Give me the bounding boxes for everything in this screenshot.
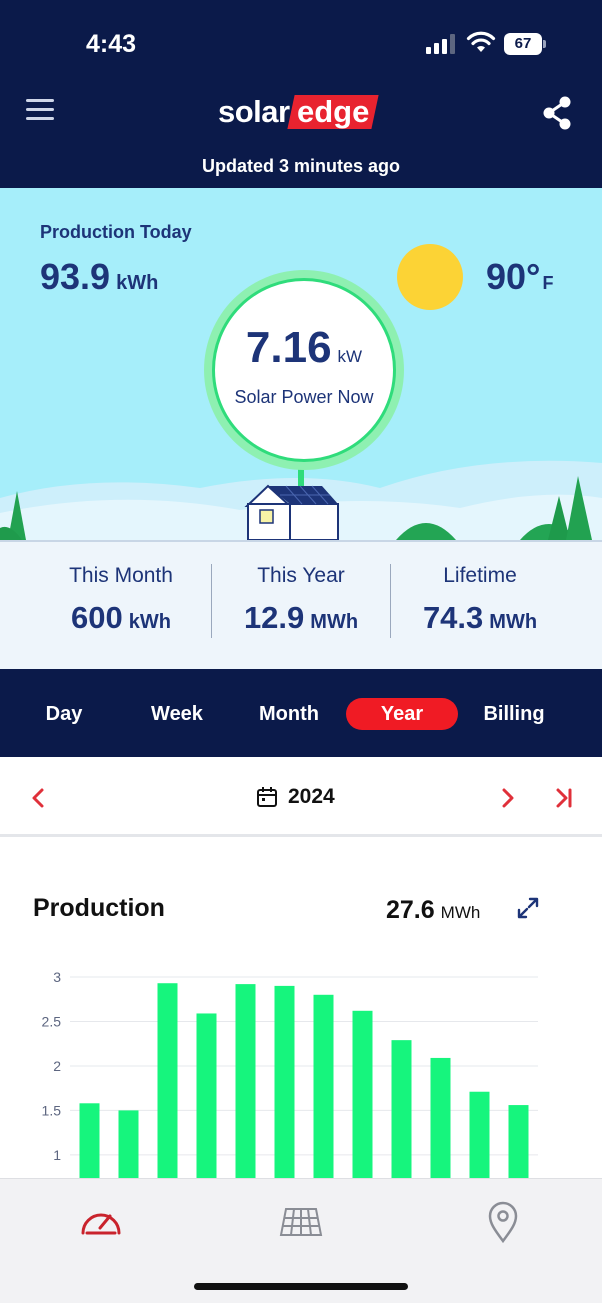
bar-month-10[interactable] [430,1057,451,1180]
power-now-label: Solar Power Now [234,387,374,407]
tab-billing[interactable]: Billing [470,698,558,730]
power-now-unit: kW [337,347,363,366]
stat-value: 74.3 MWh [391,600,569,636]
home-indicator [194,1283,408,1290]
bar-month-4[interactable] [196,1013,217,1180]
status-time: 4:43 [86,30,137,58]
stat-number: 74.3 [422,600,484,635]
updated-status: Updated 3 minutes ago [201,156,401,176]
stat-unit: MWh [310,611,359,633]
stat-this-month: This Month 600 kWh [30,564,212,636]
stat-number: 12.9 [243,600,305,635]
menu-icon[interactable] [26,99,56,123]
power-now-value: 7.16 kW [215,323,393,373]
bar-month-9[interactable] [391,1040,412,1180]
production-card: Production 27.6 MWh 1 1.5 2 2.5 3 [0,840,602,1180]
battery-level: 67 [504,33,542,55]
bar-month-8[interactable] [352,1010,373,1180]
solaredge-logo: solar edge [218,94,379,130]
stat-this-year: This Year 12.9 MWh [212,564,390,636]
energy-summary: This Month 600 kWh This Year 12.9 MWh Life… [0,540,602,669]
cellular-signal-icon [426,34,455,54]
bar-month-5[interactable] [235,984,256,1180]
status-bar: 4:43 67 [0,0,602,80]
tab-month[interactable]: Month [246,698,332,730]
period-tabs: Day Week Month Year Billing [0,669,602,757]
date-picker[interactable]: 2024 [256,785,335,809]
bar-month-3[interactable] [157,983,178,1180]
battery-tip [543,40,546,48]
wifi-icon [466,31,496,52]
stat-label: This Year [257,564,345,587]
bar-month-6[interactable] [274,985,295,1180]
temperature-value: 90° [486,256,541,297]
temperature-unit: F [542,273,554,293]
production-hero: Production Today 93.9 kWh 90° F 7.16 kW Sol… [0,188,602,540]
production-today-value: 93.9 kWh [40,256,158,298]
y-tick-label: 1 [53,1147,61,1163]
logo-edge-badge: edge [286,94,379,129]
app-header: 4:43 67 solar edge Updated 3 minutes ago [0,0,602,188]
stat-value: 12.9 MWh [212,600,390,636]
logo-edge-text: edge [296,94,369,129]
production-today-number: 93.9 [40,256,111,297]
y-tick-label: 1.5 [42,1102,62,1118]
y-tick-label: 3 [53,969,61,985]
bar-month-2[interactable] [118,1110,139,1180]
date-label-text: 2024 [288,785,335,808]
skip-to-latest-icon[interactable] [554,787,574,809]
date-navigator: 2024 [0,757,602,837]
y-tick-label: 2 [53,1058,61,1074]
stat-unit: MWh [489,611,538,633]
temperature: 90° F [486,256,553,298]
stat-label: This Month [69,564,173,587]
tab-year[interactable]: Year [346,698,458,730]
bar-month-7[interactable] [313,994,334,1180]
solar-panel-layout-icon[interactable] [278,1199,324,1245]
chevron-left-icon[interactable] [28,787,48,809]
solar-power-gauge[interactable]: 7.16 kW Solar Power Now [204,270,404,470]
stat-value: 600 kWh [30,600,212,636]
gauge-face: 7.16 kW Solar Power Now [212,278,396,462]
production-bar-chart: 1 1.5 2 2.5 3 [42,969,538,1180]
calendar-icon [257,787,277,807]
tab-week[interactable]: Week [136,698,218,730]
bar-month-1[interactable] [79,1103,100,1180]
battery-indicator: 67 [504,33,546,55]
sun-icon [397,244,463,310]
production-today-unit: kWh [116,272,159,294]
power-now-number: 7.16 [245,323,332,372]
bottom-navigation [0,1178,602,1303]
chevron-right-icon[interactable] [498,787,518,809]
logo-solar-text: solar [218,94,290,129]
stat-lifetime: Lifetime 74.3 MWh [391,564,569,636]
share-icon[interactable] [540,95,574,131]
bar-month-11[interactable] [469,1091,490,1180]
bar-month-12[interactable] [508,1105,529,1180]
dashboard-gauge-icon[interactable] [78,1199,124,1245]
location-pin-icon[interactable] [480,1199,526,1245]
tab-day[interactable]: Day [24,698,104,730]
stat-number: 600 [71,600,123,635]
y-tick-label: 2.5 [42,1013,62,1029]
stat-unit: kWh [128,611,171,633]
stat-label: Lifetime [443,564,517,587]
production-today-label: Production Today [40,222,192,242]
